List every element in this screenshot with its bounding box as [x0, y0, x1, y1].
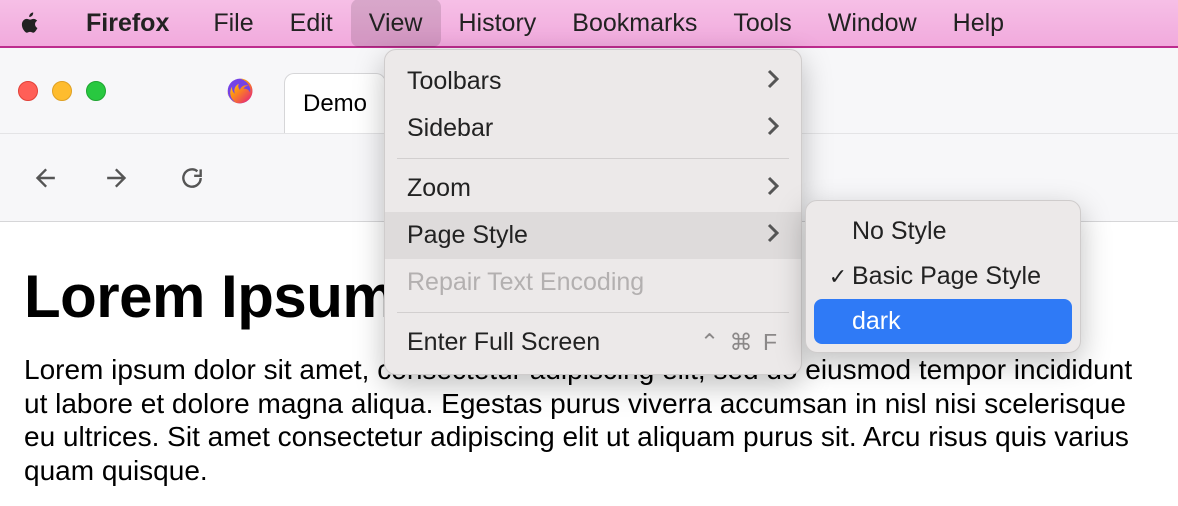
app-menu[interactable]: Firefox [68, 0, 187, 47]
menu-window[interactable]: Window [810, 0, 935, 47]
menuitem-label: Toolbars [407, 67, 502, 96]
menuitem-label: dark [852, 307, 901, 336]
browser-tab[interactable]: Demo [284, 73, 386, 133]
menuitem-page-style[interactable]: Page Style [385, 212, 801, 259]
minimize-window-button[interactable] [52, 81, 72, 101]
pagestyle-no-style[interactable]: No Style [814, 209, 1072, 254]
menu-tools[interactable]: Tools [715, 0, 809, 47]
back-button[interactable] [24, 158, 64, 198]
page-style-submenu: No Style ✓ Basic Page Style dark [805, 200, 1081, 353]
menu-file[interactable]: File [195, 0, 271, 47]
check-icon: ✓ [824, 264, 852, 290]
apple-logo-icon[interactable] [18, 10, 58, 36]
menuitem-label: Enter Full Screen [407, 328, 600, 357]
menuitem-label: Sidebar [407, 114, 493, 143]
fullscreen-window-button[interactable] [86, 81, 106, 101]
forward-button[interactable] [98, 158, 138, 198]
menuitem-toolbars[interactable]: Toolbars [385, 58, 801, 105]
close-window-button[interactable] [18, 81, 38, 101]
menuitem-shortcut: ⌃ ⌘ F [700, 329, 779, 356]
menuitem-sidebar[interactable]: Sidebar [385, 105, 801, 152]
macos-menubar: Firefox File Edit View History Bookmarks… [0, 0, 1178, 48]
chevron-right-icon [767, 114, 779, 143]
menuitem-label: Zoom [407, 174, 471, 203]
menu-separator [397, 158, 789, 159]
pagestyle-dark[interactable]: dark [814, 299, 1072, 344]
menu-history[interactable]: History [441, 0, 555, 47]
menuitem-repair-encoding: Repair Text Encoding [385, 259, 801, 306]
menu-bookmarks[interactable]: Bookmarks [554, 0, 715, 47]
view-dropdown-menu: Toolbars Sidebar Zoom Page Style Repair … [384, 49, 802, 375]
menu-view[interactable]: View [351, 0, 441, 47]
menuitem-label: Basic Page Style [852, 262, 1041, 291]
menuitem-label: Repair Text Encoding [407, 268, 644, 297]
chevron-right-icon [767, 174, 779, 203]
window-controls [18, 81, 106, 101]
reload-button[interactable] [172, 158, 212, 198]
menuitem-zoom[interactable]: Zoom [385, 165, 801, 212]
menuitem-label: Page Style [407, 221, 528, 250]
menu-separator [397, 312, 789, 313]
chevron-right-icon [767, 67, 779, 96]
menu-edit[interactable]: Edit [272, 0, 351, 47]
pagestyle-basic[interactable]: ✓ Basic Page Style [814, 254, 1072, 299]
menu-help[interactable]: Help [935, 0, 1022, 47]
menuitem-enter-fullscreen[interactable]: Enter Full Screen ⌃ ⌘ F [385, 319, 801, 366]
firefox-icon [226, 77, 254, 105]
tab-title: Demo [303, 90, 367, 118]
menuitem-label: No Style [852, 217, 946, 246]
chevron-right-icon [767, 221, 779, 250]
